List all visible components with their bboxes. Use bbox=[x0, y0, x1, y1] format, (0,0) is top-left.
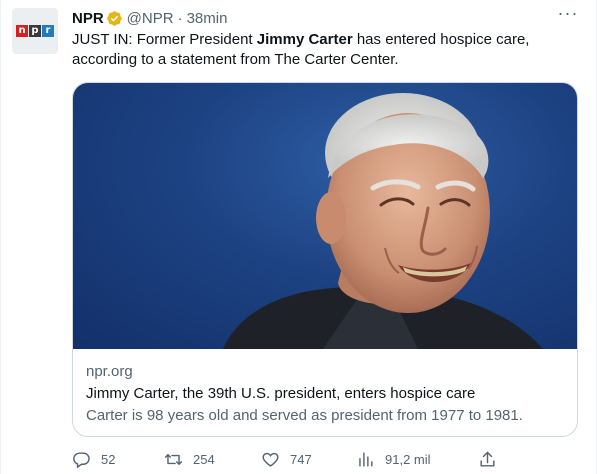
card-meta: npr.org Jimmy Carter, the 39th U.S. pres… bbox=[86, 362, 566, 426]
tweet-text-part: JUST IN: Former President bbox=[72, 31, 257, 48]
heart-icon bbox=[262, 452, 279, 467]
tweet-text-bold: Jimmy Carter bbox=[256, 31, 353, 48]
card-description: Carter is 98 years old and served as pre… bbox=[86, 407, 523, 424]
portrait-illustration bbox=[223, 93, 543, 349]
author-name[interactable]: NPR bbox=[72, 10, 104, 27]
tweet[interactable]: n p r NPR @NPR · 38min ··· JUST IN: Form… bbox=[0, 0, 597, 474]
retweet-count: 254 bbox=[193, 451, 215, 467]
card-domain: npr.org bbox=[86, 363, 133, 380]
reply-button[interactable]: 52 bbox=[72, 448, 115, 470]
retweet-button[interactable]: 254 bbox=[164, 448, 215, 470]
card-title[interactable]: Jimmy Carter, the 39th U.S. president, e… bbox=[86, 384, 566, 404]
reply-count: 52 bbox=[101, 451, 116, 467]
share-icon bbox=[480, 451, 495, 467]
link-card[interactable]: npr.org Jimmy Carter, the 39th U.S. pres… bbox=[72, 82, 578, 437]
npr-logo: n p r bbox=[16, 25, 54, 37]
logo-letter-n: n bbox=[16, 25, 28, 37]
share-button[interactable] bbox=[478, 448, 507, 470]
retweet-icon bbox=[164, 453, 183, 465]
more-icon[interactable]: ··· bbox=[554, 4, 582, 28]
like-button[interactable]: 747 bbox=[261, 448, 312, 470]
card-image[interactable] bbox=[73, 83, 577, 349]
tweet-actions: 52 254 747 91,2 mil bbox=[72, 448, 512, 470]
logo-letter-r: r bbox=[42, 25, 54, 37]
tweet-text: JUST IN: Former President Jimmy Carter h… bbox=[72, 30, 582, 70]
tweet-timestamp[interactable]: 38min bbox=[187, 10, 228, 27]
reply-icon bbox=[73, 451, 90, 468]
view-count: 91,2 mil bbox=[385, 451, 431, 467]
like-count: 747 bbox=[290, 451, 312, 467]
avatar[interactable]: n p r bbox=[12, 8, 58, 54]
views-icon bbox=[359, 451, 373, 467]
author-handle[interactable]: @NPR bbox=[127, 10, 174, 27]
verified-badge-icon[interactable] bbox=[106, 10, 123, 27]
tweet-header: NPR @NPR · 38min bbox=[72, 9, 227, 27]
views-button[interactable]: 91,2 mil bbox=[356, 448, 431, 470]
separator-dot: · bbox=[177, 9, 183, 27]
logo-letter-p: p bbox=[29, 25, 41, 37]
